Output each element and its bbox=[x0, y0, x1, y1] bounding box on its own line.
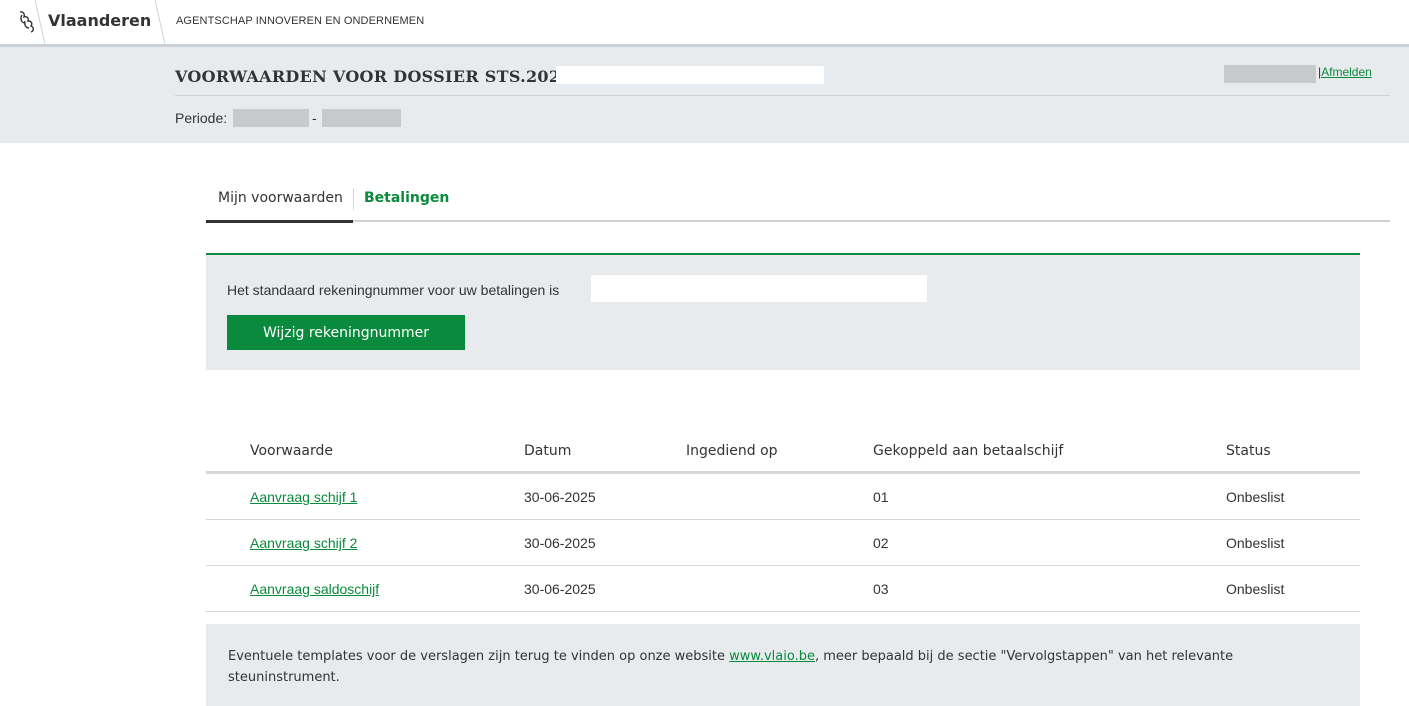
status-cell: Onbeslist bbox=[1226, 535, 1285, 551]
vlaio-website-link[interactable]: www.vlaio.be bbox=[729, 649, 815, 664]
brand-name[interactable]: Vlaanderen bbox=[48, 11, 151, 30]
info-text-before: Eventuele templates voor de verslagen zi… bbox=[228, 649, 730, 664]
active-tab-indicator bbox=[206, 220, 353, 223]
redacted-account-number bbox=[591, 275, 927, 302]
table-header-row: Voorwaarde Datum Ingediend op Gekoppeld … bbox=[206, 436, 1360, 474]
tab-betalingen[interactable]: Betalingen bbox=[364, 190, 449, 206]
column-header-status[interactable]: Status bbox=[1226, 443, 1271, 459]
redacted-dossier-number bbox=[556, 66, 824, 84]
user-links: |Afmelden bbox=[1318, 65, 1372, 79]
condition-link[interactable]: Aanvraag schijf 2 bbox=[250, 535, 357, 551]
condition-link[interactable]: Aanvraag schijf 1 bbox=[250, 489, 357, 505]
condition-cell: Aanvraag saldoschijf bbox=[250, 581, 379, 597]
page-title: VOORWAARDEN VOOR DOSSIER STS.2021. bbox=[175, 67, 578, 86]
condition-cell: Aanvraag schijf 2 bbox=[250, 535, 357, 551]
column-header-voorwaarde[interactable]: Voorwaarde bbox=[250, 443, 333, 459]
templates-info-text: Eventuele templates voor de verslagen zi… bbox=[228, 646, 1328, 688]
table-row: Aanvraag schijf 2 30-06-2025 02 Onbeslis… bbox=[206, 520, 1360, 566]
top-bar: Vlaanderen AGENTSCHAP INNOVEREN EN ONDER… bbox=[0, 0, 1409, 44]
status-cell: Onbeslist bbox=[1226, 581, 1285, 597]
payment-tranche-cell: 01 bbox=[873, 489, 889, 505]
divider-slash-icon bbox=[34, 0, 46, 44]
column-header-ingediend-op[interactable]: Ingediend op bbox=[686, 443, 778, 459]
periode-label: Periode: bbox=[175, 110, 228, 126]
dossier-header: VOORWAARDEN VOOR DOSSIER STS.2021. Perio… bbox=[0, 44, 1409, 143]
tab-mijn-voorwaarden[interactable]: Mijn voorwaarden bbox=[218, 190, 343, 206]
redacted-period-end bbox=[322, 109, 401, 127]
redacted-period-start bbox=[233, 109, 309, 127]
redacted-username bbox=[1224, 65, 1316, 83]
agency-name[interactable]: AGENTSCHAP INNOVEREN EN ONDERNEMEN bbox=[176, 15, 424, 27]
date-cell: 30-06-2025 bbox=[524, 581, 596, 597]
templates-info-panel: Eventuele templates voor de verslagen zi… bbox=[206, 624, 1360, 706]
column-header-datum[interactable]: Datum bbox=[524, 443, 571, 459]
condition-cell: Aanvraag schijf 1 bbox=[250, 489, 357, 505]
tabs-baseline bbox=[206, 220, 1390, 222]
tab-separator bbox=[353, 188, 354, 210]
table-row: Aanvraag saldoschijf 30-06-2025 03 Onbes… bbox=[206, 566, 1360, 612]
payment-tranche-cell: 03 bbox=[873, 581, 889, 597]
account-number-text: Het standaard rekeningnummer voor uw bet… bbox=[227, 282, 560, 298]
status-cell: Onbeslist bbox=[1226, 489, 1285, 505]
column-header-betaalschijf[interactable]: Gekoppeld aan betaalschijf bbox=[873, 443, 1063, 459]
periode-separator: - bbox=[312, 110, 317, 126]
date-cell: 30-06-2025 bbox=[524, 535, 596, 551]
table-row: Aanvraag schijf 1 30-06-2025 01 Onbeslis… bbox=[206, 474, 1360, 520]
condition-link[interactable]: Aanvraag saldoschijf bbox=[250, 581, 379, 597]
divider-slash-icon bbox=[154, 0, 166, 44]
logout-link[interactable]: Afmelden bbox=[1321, 65, 1372, 79]
date-cell: 30-06-2025 bbox=[524, 489, 596, 505]
account-number-panel: Het standaard rekeningnummer voor uw bet… bbox=[206, 253, 1360, 370]
payment-tranche-cell: 02 bbox=[873, 535, 889, 551]
header-divider bbox=[175, 95, 1390, 96]
change-account-number-button[interactable]: Wijzig rekeningnummer bbox=[227, 315, 465, 350]
